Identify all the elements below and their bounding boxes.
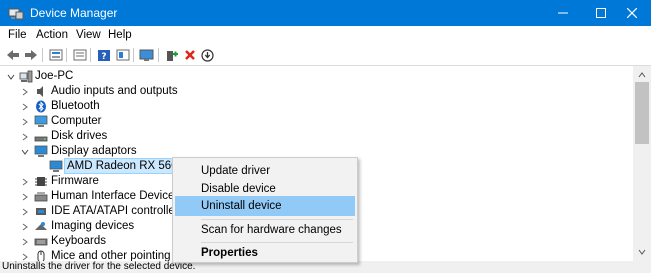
tree-item-label: Bluetooth [51,100,100,112]
show-hidden-icon [73,49,86,61]
tree-item-disk-drives[interactable]: Disk drives [0,129,633,144]
back-button[interactable] [4,47,21,63]
collapse-chevron-icon[interactable] [20,144,30,159]
menu-action[interactable]: Action [36,29,68,41]
help-button[interactable]: ? [95,47,112,63]
add-driver-icon [166,50,178,61]
collapse-chevron-icon[interactable] [6,69,16,84]
toolbar-separator [158,48,159,62]
close-icon [626,8,637,18]
update-driver-button[interactable] [114,47,131,63]
show-hidden-button[interactable] [71,47,88,63]
tree-root-label: Joe-PC [35,70,74,82]
scan-hardware-icon [139,49,153,61]
help-icon: ? [97,49,110,62]
vertical-scrollbar[interactable] [633,66,651,261]
tree-item-computer[interactable]: Computer [0,114,633,129]
expand-chevron-icon[interactable] [20,219,30,234]
expand-chevron-icon[interactable] [20,114,30,129]
menu-item-properties[interactable]: Properties [175,243,355,263]
computer-icon [34,115,48,127]
minimize-icon [558,12,568,14]
menu-file[interactable]: File [8,29,27,41]
firmware-icon [35,177,47,186]
computer-pc-icon [19,70,33,83]
toolbar-separator [66,48,67,62]
tree-item-label: Imaging devices [51,220,135,232]
properties-button[interactable] [47,47,64,63]
tree-item-label: Firmware [51,175,99,187]
expand-chevron-icon[interactable] [20,129,30,144]
window-title: Device Manager [30,6,118,20]
close-button[interactable] [612,0,651,26]
tree-root[interactable]: Joe-PC [0,69,633,84]
device-manager-icon [8,8,24,20]
tree-item-bluetooth[interactable]: Bluetooth [0,99,633,114]
expand-chevron-icon[interactable] [20,189,30,204]
mouse-icon [37,250,45,261]
uninstall-device-button[interactable] [181,47,198,63]
menu-help[interactable]: Help [108,29,132,41]
toolbar-separator [42,48,43,62]
toolbar-separator [90,48,91,62]
hid-icon [34,192,48,202]
tree-item-audio[interactable]: Audio inputs and outputs [0,84,633,99]
expand-chevron-icon[interactable] [20,204,30,219]
svg-text:?: ? [101,52,106,62]
disable-device-button[interactable] [199,47,216,63]
scrollbar-thumb[interactable] [635,82,649,144]
disable-device-icon [201,48,214,62]
display-adapter-icon [34,145,48,157]
add-driver-button[interactable] [163,47,180,63]
menu-item-scan-hardware[interactable]: Scan for hardware changes [175,220,355,240]
scroll-down-button[interactable] [633,245,651,259]
keyboard-icon [34,238,48,246]
scroll-up-button[interactable] [633,68,651,82]
bluetooth-icon [36,100,46,113]
maximize-icon [596,8,606,18]
back-arrow-icon [6,50,19,60]
toolbar-separator [133,48,134,62]
camera-icon [35,222,47,230]
expand-chevron-icon[interactable] [20,99,30,114]
toolbar: ? [0,46,651,65]
tree-item-label: Disk drives [51,130,108,142]
ide-controller-icon [36,208,46,215]
tree-item-label: Keyboards [51,235,106,247]
forward-button[interactable] [22,47,39,63]
menu-bar: File Action View Help [0,26,651,46]
tree-item-label: Display adaptors [51,145,137,157]
scan-hardware-button[interactable] [138,47,155,63]
tree-item-label: Human Interface Devices [51,190,181,202]
speaker-icon [37,86,43,97]
menu-item-uninstall-device[interactable]: Uninstall device [175,196,355,216]
context-menu: Update driver Disable device Uninstall d… [172,157,358,263]
expand-chevron-icon[interactable] [20,174,30,189]
chevron-up-icon [638,72,646,78]
disk-drive-icon [34,136,48,142]
update-driver-icon [116,49,129,61]
expand-chevron-icon[interactable] [20,84,30,99]
menu-view[interactable]: View [76,29,101,41]
expand-chevron-icon[interactable] [20,249,30,261]
tree-item-label: IDE ATA/ATAPI controllers [51,205,185,217]
uninstall-x-icon [184,50,195,60]
status-text: Uninstalls the driver for the selected d… [2,261,196,272]
title-bar: Device Manager [0,0,651,26]
tree-item-label: Computer [51,115,102,127]
properties-icon [49,49,62,61]
chevron-down-icon [638,249,646,255]
gpu-icon [49,160,63,172]
forward-arrow-icon [24,50,37,60]
expand-chevron-icon[interactable] [20,234,30,249]
tree-item-label: Audio inputs and outputs [51,85,178,97]
menu-item-update-driver[interactable]: Update driver [175,161,355,181]
